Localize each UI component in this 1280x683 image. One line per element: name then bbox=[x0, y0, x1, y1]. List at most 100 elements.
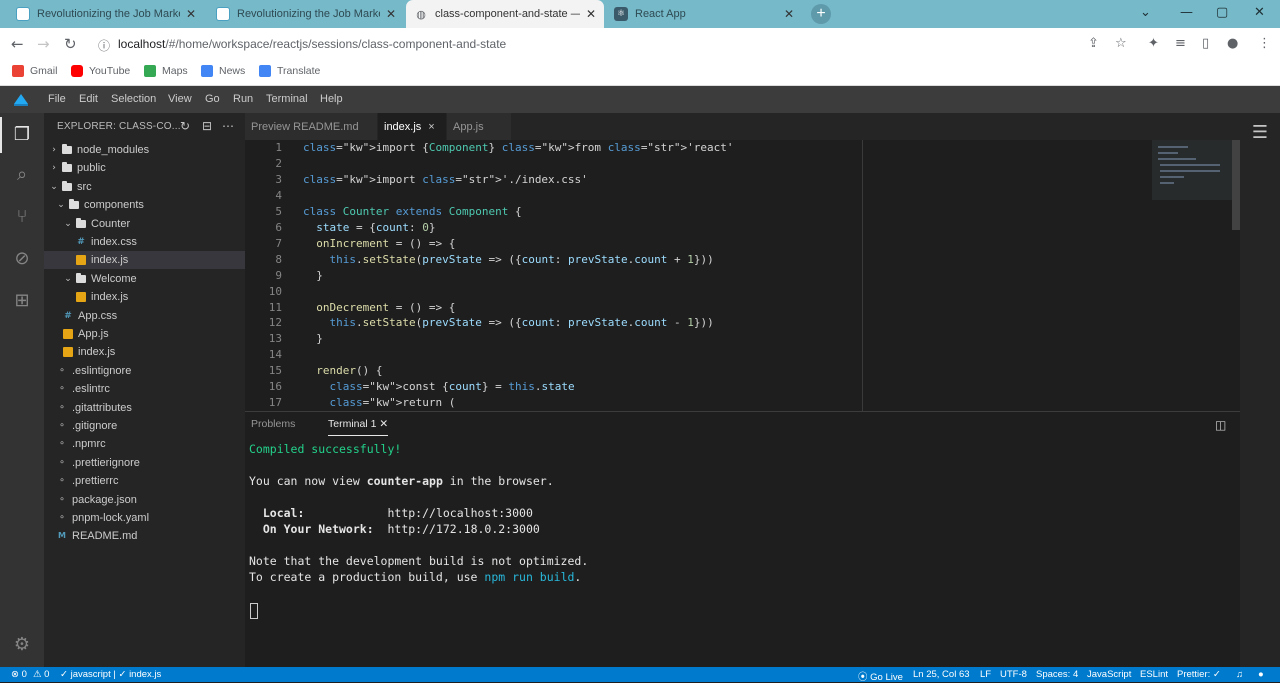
status-position[interactable]: Ln 25, Col 63 bbox=[913, 669, 970, 680]
tree-file[interactable]: ⚬ .prettierignore bbox=[44, 454, 245, 472]
menu-file[interactable]: File bbox=[48, 93, 66, 105]
close-icon[interactable]: ✕ bbox=[386, 7, 396, 21]
code-editor[interactable]: 1 class="kw">import {Component} class="kw… bbox=[245, 140, 1240, 411]
menu-terminal[interactable]: Terminal bbox=[266, 93, 308, 105]
status-encoding[interactable]: UTF-8 bbox=[1000, 669, 1027, 680]
bookmark-maps[interactable]: Maps bbox=[144, 65, 188, 77]
more-actions-icon[interactable]: ⋯ bbox=[222, 119, 234, 133]
status-spaces[interactable]: Spaces: 4 bbox=[1036, 669, 1078, 680]
close-icon[interactable]: ✕ bbox=[186, 7, 196, 21]
settings-gear-icon[interactable]: ⚙ bbox=[10, 633, 34, 657]
profile-icon[interactable]: ● bbox=[1227, 36, 1238, 51]
tree-folder[interactable]: › node_modules bbox=[44, 141, 245, 159]
tree-file[interactable]: index.js bbox=[44, 343, 245, 361]
outline-icon[interactable]: ☰ bbox=[1248, 121, 1272, 145]
status-errors[interactable]: ⊗ 0 bbox=[11, 669, 27, 680]
split-panel-icon[interactable]: ◫ bbox=[1215, 418, 1226, 432]
accounts-icon[interactable]: ● bbox=[1258, 669, 1264, 680]
close-icon[interactable]: × bbox=[428, 121, 434, 133]
tab-app-js[interactable]: App.js bbox=[447, 113, 511, 140]
menu-run[interactable]: Run bbox=[233, 93, 253, 105]
chevron-right-icon[interactable]: › bbox=[49, 145, 59, 155]
tree-file[interactable]: ⚬ .prettierrc bbox=[44, 472, 245, 490]
tree-file[interactable]: index.js bbox=[44, 251, 245, 270]
tree-file[interactable]: ⚬ package.json bbox=[44, 491, 245, 509]
status-lang-file[interactable]: ✓ javascript | ✓ index.js bbox=[60, 669, 161, 680]
explorer-icon[interactable]: ❐ bbox=[0, 117, 34, 153]
info-icon[interactable]: ⓘ bbox=[98, 37, 110, 54]
url-field[interactable]: localhost/#/home/workspace/reactjs/sessi… bbox=[118, 37, 506, 51]
chevron-down-icon[interactable]: ⌄ bbox=[63, 274, 73, 284]
bookmark-translate[interactable]: Translate bbox=[259, 65, 320, 77]
minimap[interactable] bbox=[1152, 140, 1234, 200]
status-eslint[interactable]: ESLint bbox=[1140, 669, 1168, 680]
tree-file[interactable]: ⚬ .eslintrc bbox=[44, 380, 245, 398]
bookmark-star-icon[interactable]: ☆ bbox=[1115, 36, 1127, 51]
reading-list-icon[interactable]: ≡ bbox=[1175, 36, 1186, 51]
tree-file[interactable]: App.js bbox=[44, 325, 245, 343]
tab-preview-readme[interactable]: Preview README.md bbox=[245, 113, 377, 140]
status-prettier[interactable]: Prettier: ✓ bbox=[1177, 669, 1221, 680]
tree-file[interactable]: ⚬ .npmrc bbox=[44, 435, 245, 453]
tree-file[interactable]: index.js bbox=[44, 288, 245, 306]
collapse-all-icon[interactable]: ⊟ bbox=[202, 119, 212, 133]
bookmark-news[interactable]: News bbox=[201, 65, 245, 77]
tree-folder[interactable]: ⌄ src bbox=[44, 178, 245, 196]
menu-selection[interactable]: Selection bbox=[111, 93, 156, 105]
close-icon[interactable]: ✕ bbox=[784, 7, 794, 21]
tab-terminal-1[interactable]: Terminal 1 ✕ bbox=[328, 418, 402, 436]
run-debug-icon[interactable]: ⊘ bbox=[10, 247, 34, 271]
tree-folder[interactable]: ⌄ Welcome bbox=[44, 270, 245, 288]
source-control-icon[interactable]: ⑂ bbox=[10, 205, 34, 229]
tree-file[interactable]: ⚬ pnpm-lock.yaml bbox=[44, 509, 245, 527]
chevron-right-icon[interactable]: › bbox=[49, 163, 59, 173]
browser-tab-active[interactable]: ◍ class-component-and-state — ... ✕ bbox=[406, 0, 604, 28]
bookmark-gmail[interactable]: Gmail bbox=[12, 65, 57, 77]
status-go-live[interactable]: ⦿ Go Live bbox=[858, 669, 903, 683]
editor-scrollbar[interactable] bbox=[1232, 140, 1240, 230]
browser-tab[interactable]: ⚛ React App ✕ bbox=[606, 0, 802, 28]
tree-folder[interactable]: ⌄ components bbox=[44, 196, 245, 214]
refresh-icon[interactable]: ↻ bbox=[180, 119, 190, 133]
bookmark-youtube[interactable]: YouTube bbox=[71, 65, 130, 77]
status-eol[interactable]: LF bbox=[980, 669, 991, 680]
tree-file[interactable]: # App.css bbox=[44, 307, 245, 325]
close-window-icon[interactable]: ✕ bbox=[1254, 5, 1265, 20]
tree-folder[interactable]: › public bbox=[44, 159, 245, 177]
chevron-down-icon[interactable]: ⌄ bbox=[56, 200, 66, 210]
chevron-down-icon[interactable]: ⌄ bbox=[63, 219, 73, 229]
bell-icon[interactable]: ♫ bbox=[1236, 669, 1243, 680]
extensions-icon[interactable]: ⊞ bbox=[10, 289, 34, 313]
tree-file[interactable]: ⚬ .gitignore bbox=[44, 417, 245, 435]
search-icon[interactable]: ⌕ bbox=[10, 163, 34, 187]
tab-search-icon[interactable]: ⌄ bbox=[1140, 5, 1151, 20]
forward-icon[interactable]: → bbox=[37, 35, 50, 53]
share-icon[interactable]: ⇪ bbox=[1088, 36, 1099, 51]
tab-problems[interactable]: Problems bbox=[251, 418, 295, 430]
side-panel-icon[interactable]: ▯ bbox=[1202, 36, 1209, 51]
extensions-icon[interactable]: ✦ bbox=[1148, 36, 1159, 51]
new-tab-button[interactable]: + bbox=[811, 4, 831, 24]
close-icon[interactable]: ✕ bbox=[379, 418, 388, 430]
tree-file[interactable]: # index.css bbox=[44, 233, 245, 251]
status-warnings[interactable]: ⚠ 0 bbox=[33, 669, 49, 680]
menu-view[interactable]: View bbox=[168, 93, 192, 105]
menu-kebab-icon[interactable]: ⋮ bbox=[1258, 36, 1271, 51]
minimize-icon[interactable]: — bbox=[1180, 5, 1193, 20]
chevron-down-icon[interactable]: ⌄ bbox=[49, 182, 59, 192]
menu-go[interactable]: Go bbox=[205, 93, 220, 105]
tree-file[interactable]: ⚬ .eslintignore bbox=[44, 362, 245, 380]
reload-icon[interactable]: ↻ bbox=[64, 35, 77, 53]
close-icon[interactable]: ✕ bbox=[586, 7, 596, 21]
menu-help[interactable]: Help bbox=[320, 93, 343, 105]
back-icon[interactable]: ← bbox=[11, 35, 24, 53]
browser-tab[interactable]: Revolutionizing the Job Market ✕ bbox=[8, 0, 204, 28]
tree-file[interactable]: ⚬ .gitattributes bbox=[44, 399, 245, 417]
tree-folder[interactable]: ⌄ Counter bbox=[44, 215, 245, 233]
terminal-cursor[interactable] bbox=[250, 603, 258, 619]
tab-index-js[interactable]: index.js × bbox=[378, 113, 446, 140]
tree-file[interactable]: M README.md bbox=[44, 527, 245, 545]
status-language[interactable]: JavaScript bbox=[1087, 669, 1131, 680]
browser-tab[interactable]: Revolutionizing the Job Market | ✕ bbox=[208, 0, 404, 28]
maximize-icon[interactable]: ▢ bbox=[1216, 5, 1228, 20]
